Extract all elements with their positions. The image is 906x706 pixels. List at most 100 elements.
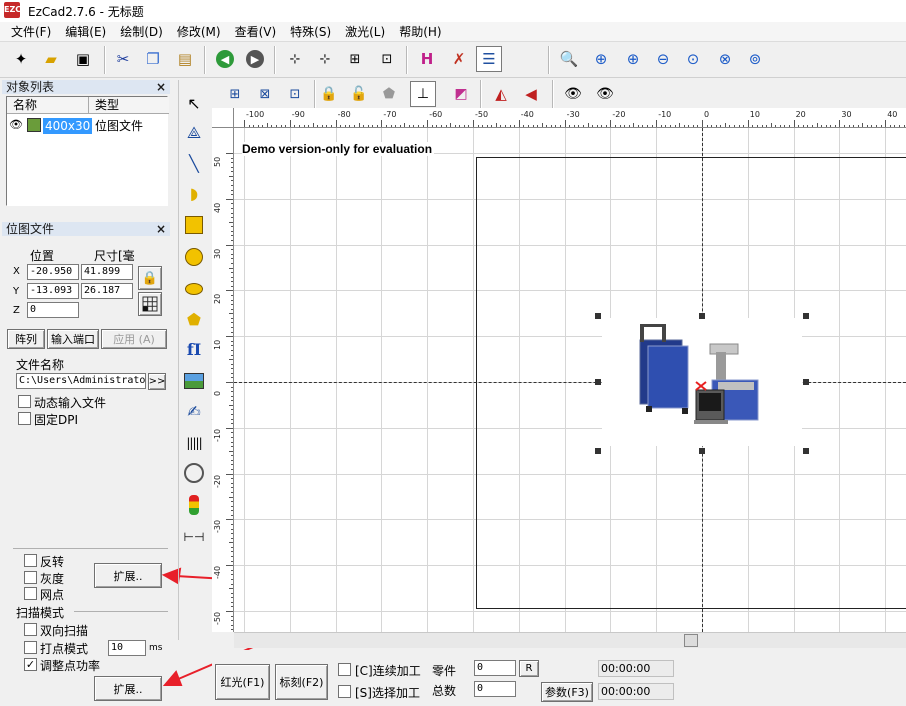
ruler-label: 40 [887,110,898,119]
polygon-tool-icon[interactable]: ⬟ [183,308,205,330]
selected-only-checkbox[interactable] [338,685,351,698]
bitmap-object[interactable] [602,318,802,446]
ellipse-tool-icon[interactable] [183,278,205,300]
total-time-display: 00:00:00 [598,683,674,700]
parts-input[interactable]: 0 [474,660,516,676]
ruler-tick [335,120,337,127]
ruler-tick [610,120,612,127]
vector-file-tool-icon[interactable]: ✍ [183,400,205,422]
input-port-tool-icon[interactable] [183,494,205,516]
align-icon[interactable]: ⊡ [282,81,308,107]
ruler-tick [381,120,383,127]
ruler-label: -60 [429,110,443,119]
ruler-label: -90 [291,110,305,119]
ruler-label: -10 [213,428,222,442]
ruler-label: -10 [658,110,672,119]
ruler-tick [564,120,566,127]
timer-tool-icon[interactable] [183,462,205,484]
color-layers-icon[interactable]: ◩ [448,81,474,107]
ruler-top: -100 -90 -80 -70 -60 -50 -40 -30 -20 -10 0 10 20 30 40 [212,108,906,128]
ruler-tick [226,244,233,246]
ruler-tick [244,120,245,127]
selection-handle[interactable] [803,448,809,454]
grid-line [244,128,245,632]
reset-button[interactable]: R [519,660,539,677]
ruler-tick [747,120,749,127]
mirror-vertical-icon[interactable]: ◀ [518,81,544,107]
ruler-tick [473,120,474,127]
ruler-label: -40 [213,566,222,580]
laser-machine-image [639,324,759,424]
total-input[interactable]: 0 [474,681,516,697]
ruler-label: -80 [337,110,351,119]
ruler-tick [518,120,520,127]
parameters-button[interactable]: 参数(F3) [541,682,593,702]
selection-handle[interactable] [803,379,809,385]
unlock-object-icon[interactable]: 🔓 [346,81,372,107]
select-arrow-icon[interactable]: ↖ [183,92,205,114]
grid-line [289,128,291,632]
ruler-label: 30 [213,248,222,259]
selected-only-label: [S]选择加工 [355,686,420,700]
ruler-label: 40 [213,202,222,213]
ruler-tick [427,120,429,127]
output-port-tool-icon[interactable]: ⊢⊣ [183,526,205,548]
ruler-label: 50 [213,156,222,167]
ruler-tick [226,427,233,429]
ruler-label: -50 [213,611,222,625]
grid-line [381,128,383,632]
horizontal-scrollbar[interactable] [234,632,906,648]
node-edit-tool-icon[interactable]: ⟁ [183,122,205,144]
scrollbar-thumb[interactable] [684,634,698,647]
ruler-tick [289,120,291,127]
red-light-button[interactable]: 红光(F1) [215,664,270,700]
ruler-corner [212,108,234,128]
barcode-tool-icon[interactable]: ||||| [183,432,205,454]
secondary-toolbar: ⊞ ⊠ ⊡ 🔒 🔓 ⬟ ⊥ ◩ ◭ ◀ 👁 👁 [212,80,906,108]
continuous-label: [C]连续加工 [355,664,421,678]
selection-handle[interactable] [699,448,705,454]
show-icon[interactable]: 👁 [560,81,586,107]
curve-tool-icon[interactable]: ◗ [183,182,205,204]
ruler-label: -70 [383,110,397,119]
selection-handle[interactable] [595,313,601,319]
elapsed-time-display: 00:00:00 [598,660,674,677]
group-icon[interactable]: ⊞ [222,81,248,107]
selection-handle[interactable] [803,313,809,319]
mirror-horizontal-icon[interactable]: ◭ [488,81,514,107]
mark-button[interactable]: 标刻(F2) [275,664,328,700]
bitmap-tool-icon[interactable] [183,370,205,392]
ruler-tick [226,565,233,567]
drawing-canvas[interactable]: Demo version-only for evaluation [234,128,906,632]
ruler-tick [793,120,795,127]
grid-line [234,611,906,612]
grid-line [335,128,337,632]
grid-line [473,128,474,632]
total-label: 总数 [432,684,457,698]
ruler-tick [885,120,887,127]
circle-tool-icon[interactable] [183,246,205,268]
parts-label: 零件 [432,664,457,678]
ruler-label: -50 [475,110,489,119]
line-tool-icon[interactable]: ╲ [183,152,205,174]
ruler-label: -20 [213,474,222,488]
selection-handle[interactable] [595,379,601,385]
demo-watermark: Demo version-only for evaluation [242,142,435,156]
ruler-tick [226,473,233,475]
lock-object-icon[interactable]: 🔒 [316,81,342,107]
ruler-label: 30 [841,110,852,119]
ruler-left: 50 40 30 20 10 0 -10 -20 -30 -40 -50 [212,128,234,632]
ruler-tick [702,120,703,127]
selection-handle[interactable] [595,448,601,454]
ungroup-icon[interactable]: ⊠ [252,81,278,107]
ruler-label: -30 [566,110,580,119]
rectangle-tool-icon[interactable] [183,214,205,236]
continuous-checkbox[interactable] [338,663,351,676]
ruler-tick [656,120,658,127]
ruler-label: 20 [213,294,222,305]
text-tool-icon[interactable]: fI [183,338,205,360]
move-origin-icon[interactable]: ⊥ [410,81,436,107]
unlock-all-icon[interactable]: ⬟ [376,81,402,107]
selection-handle[interactable] [699,313,705,319]
hide-icon[interactable]: 👁 [592,81,618,107]
